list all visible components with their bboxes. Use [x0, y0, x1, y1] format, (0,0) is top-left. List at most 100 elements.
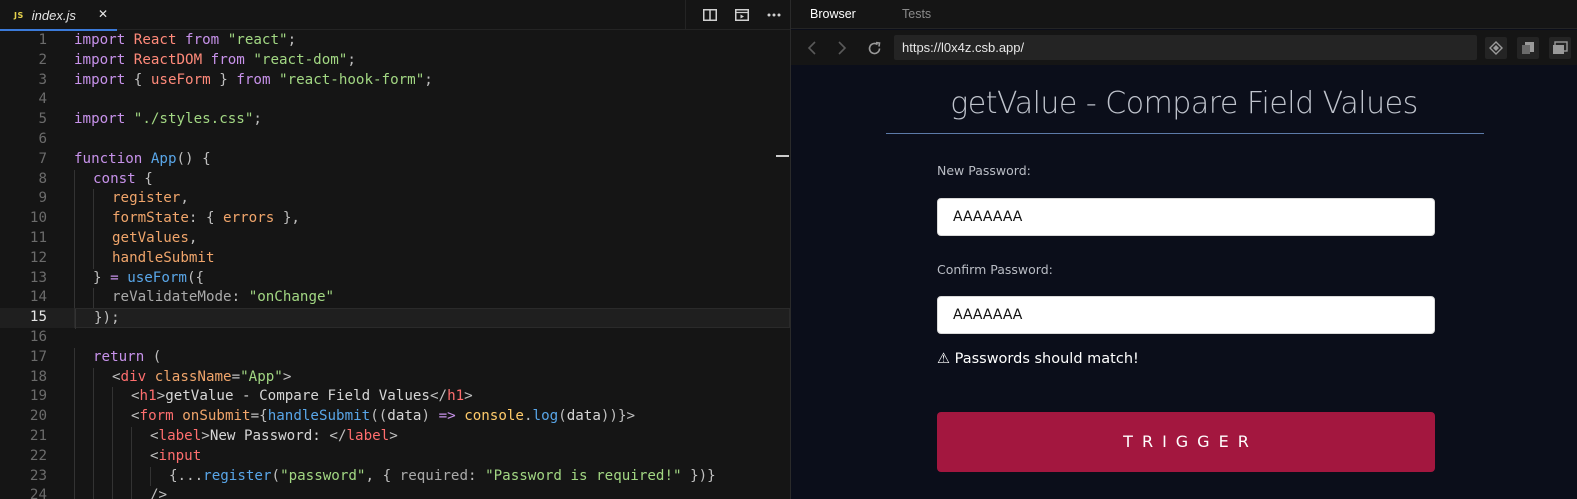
url-input[interactable]: https://l0x4z.csb.app/	[894, 35, 1477, 60]
preview-icon[interactable]	[726, 0, 758, 30]
editor-tab-index-js[interactable]: JS index.js ✕	[0, 0, 117, 31]
code-token: }	[219, 71, 237, 88]
code-line[interactable]: 23 {...register("password", { required: "…	[0, 466, 790, 487]
line-number: 10	[29, 210, 47, 227]
code-token: input	[158, 447, 202, 464]
code-lines[interactable]: 1 import React from "react"; 2 import React…	[0, 31, 790, 499]
code-line[interactable]: 20 <form onSubmit={handleSubmit((data) =>…	[0, 407, 790, 427]
code-line[interactable]: 3 import { useForm } from "react-hook-for…	[0, 71, 790, 91]
confirm-password-input[interactable]: AAAAAAA	[937, 296, 1435, 334]
code-text[interactable]: const {	[74, 169, 790, 190]
code-text[interactable]: />	[74, 486, 790, 499]
code-token: >	[464, 388, 473, 405]
code-line[interactable]: 5 import "./styles.css";	[0, 110, 790, 130]
codesandbox-icon[interactable]	[1485, 37, 1507, 59]
code-line[interactable]: 9 register,	[0, 189, 790, 210]
line-number: 13	[29, 269, 47, 286]
code-text[interactable]: <h1>getValue - Compare Field Values</h1>	[74, 387, 790, 408]
indent-guide	[74, 288, 75, 309]
code-token: {...	[169, 467, 204, 484]
code-text[interactable]: });	[74, 308, 790, 329]
code-text[interactable]: reValidateMode: "onChange"	[74, 288, 790, 309]
new-password-input[interactable]: AAAAAAA	[937, 198, 1435, 236]
code-line[interactable]: 17 return (	[0, 347, 790, 368]
indent-guide	[112, 407, 113, 427]
code-text[interactable]: formState: { errors },	[74, 209, 790, 229]
code-text[interactable]	[74, 90, 790, 110]
code-text[interactable]: import ReactDOM from "react-dom";	[74, 51, 790, 71]
indent-guide	[112, 426, 113, 447]
code-line[interactable]: 10 formState: { errors },	[0, 209, 790, 229]
line-number: 7	[38, 150, 47, 167]
code-token: "react-hook-form"	[279, 71, 425, 88]
code-text[interactable]: import React from "react";	[74, 31, 790, 51]
copy-icon[interactable]	[1517, 37, 1539, 59]
code-line[interactable]: 14 reValidateMode: "onChange"	[0, 288, 790, 309]
code-line[interactable]: 1 import React from "react";	[0, 31, 790, 51]
indent-guide	[74, 486, 75, 499]
tab-browser[interactable]: Browser	[810, 0, 856, 29]
split-editor-icon[interactable]	[694, 0, 726, 30]
indent-guide	[74, 248, 75, 269]
code-text[interactable]: import "./styles.css";	[74, 110, 790, 130]
code-text[interactable]: <form onSubmit={handleSubmit((data) => c…	[74, 407, 790, 427]
tab-tests[interactable]: Tests	[902, 0, 931, 29]
code-text[interactable]: {...register("password", { required: "Pa…	[74, 466, 790, 487]
indent-guide	[74, 466, 75, 487]
code-text[interactable]: return (	[74, 347, 790, 368]
code-text[interactable]: register,	[74, 189, 790, 210]
code-line[interactable]: 18 <div className="App">	[0, 367, 790, 388]
code-token: ((	[370, 408, 388, 425]
code-editor[interactable]: JS index.js ✕ 1 import React from "react"…	[0, 0, 790, 499]
code-token: <	[131, 388, 140, 405]
code-token: <	[131, 408, 140, 425]
code-token: ={	[250, 408, 268, 425]
code-line[interactable]: 15});	[0, 308, 790, 329]
code-text[interactable]: getValues,	[74, 228, 790, 249]
indent-guide	[112, 446, 113, 467]
code-line[interactable]: 24 />	[0, 486, 790, 499]
code-token: register	[203, 467, 272, 484]
line-number: 1	[38, 32, 47, 48]
indent-guide	[93, 248, 94, 269]
code-text[interactable]: import { useForm } from "react-hook-form…	[74, 71, 790, 91]
code-token: ))}>	[600, 408, 636, 425]
indent-guide	[112, 466, 113, 487]
code-line[interactable]: 22 <input	[0, 446, 790, 467]
code-text[interactable]	[74, 130, 790, 150]
code-text[interactable]: <label>New Password: </label>	[74, 426, 790, 447]
code-token: onSubmit	[182, 408, 251, 425]
trigger-button[interactable]: TRIGGER	[937, 412, 1435, 472]
more-icon[interactable]	[758, 0, 790, 30]
code-line[interactable]: 11 getValues,	[0, 228, 790, 249]
code-token: :	[468, 467, 486, 484]
code-line[interactable]: 19 <h1>getValue - Compare Field Values</h…	[0, 387, 790, 408]
code-token: from	[185, 32, 228, 48]
code-line[interactable]: 21 <label>New Password: </label>	[0, 426, 790, 447]
forward-icon[interactable]	[833, 39, 851, 57]
code-text[interactable]: } = useForm({	[74, 268, 790, 289]
line-number: 5	[38, 111, 47, 128]
code-line[interactable]: 12 handleSubmit	[0, 248, 790, 269]
code-text[interactable]: <input	[74, 446, 790, 467]
code-text[interactable]	[74, 328, 790, 348]
code-line[interactable]: 8 const {	[0, 169, 790, 190]
code-text[interactable]: function App() {	[74, 150, 790, 170]
code-token: (	[271, 467, 281, 484]
code-line[interactable]: 4	[0, 90, 790, 110]
indent-guide	[74, 189, 75, 210]
new-window-icon[interactable]	[1549, 37, 1571, 59]
close-tab-icon[interactable]: ✕	[98, 7, 108, 21]
refresh-icon[interactable]	[865, 39, 883, 57]
code-line[interactable]: 2 import ReactDOM from "react-dom";	[0, 51, 790, 71]
code-text[interactable]: <div className="App">	[74, 367, 790, 388]
code-text[interactable]: handleSubmit	[74, 248, 790, 269]
code-line[interactable]: 16	[0, 328, 790, 348]
code-line[interactable]: 13 } = useForm({	[0, 268, 790, 289]
code-token: useForm	[127, 269, 187, 286]
code-line[interactable]: 7 function App() {	[0, 150, 790, 170]
back-icon[interactable]	[803, 39, 821, 57]
code-line[interactable]: 6	[0, 130, 790, 150]
code-token: required	[399, 467, 468, 484]
